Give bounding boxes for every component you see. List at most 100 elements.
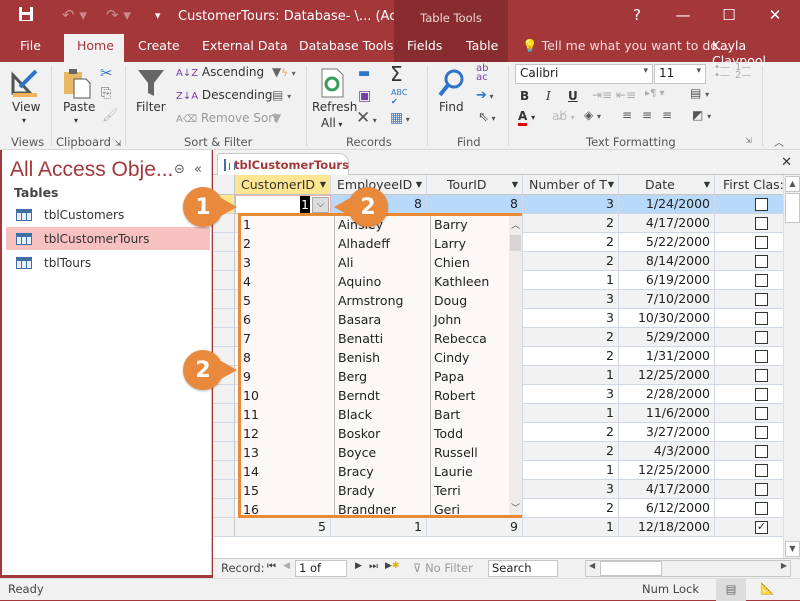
- maximize-button[interactable]: ☐: [714, 6, 744, 24]
- horizontal-scrollbar[interactable]: ◀ ▶: [585, 560, 791, 577]
- row-selector[interactable]: [213, 404, 235, 423]
- table-row[interactable]: 5 1 9 1 12/18/2000 ✓: [213, 518, 783, 537]
- dropdown-option[interactable]: 12 Boskor Todd: [241, 424, 511, 443]
- first-record-icon[interactable]: ⏮: [267, 561, 276, 572]
- bullets-icon[interactable]: •— •—: [714, 63, 730, 81]
- row-selector[interactable]: [213, 252, 235, 271]
- scroll-up-arrow[interactable]: ︿: [511, 218, 520, 231]
- first-class-checkbox[interactable]: [755, 236, 768, 249]
- bold-button[interactable]: B: [520, 89, 529, 103]
- h-scroll-thumb[interactable]: [600, 561, 662, 576]
- cell-d[interactable]: 3/27/2000: [619, 423, 715, 442]
- ascending-button[interactable]: A↓Z Ascending: [176, 65, 264, 79]
- chevron-down-icon[interactable]: ▼: [320, 175, 326, 194]
- row-selector[interactable]: [213, 423, 235, 442]
- row-selector[interactable]: [213, 442, 235, 461]
- format-painter-icon[interactable]: 🖌: [102, 108, 119, 123]
- cell-n[interactable]: 2: [523, 499, 619, 518]
- cell-d[interactable]: 2/28/2000: [619, 385, 715, 404]
- cell-n[interactable]: 1: [523, 404, 619, 423]
- tab-fields[interactable]: Fields: [397, 34, 452, 62]
- find-button[interactable]: Find: [439, 100, 464, 114]
- cell-d[interactable]: 11/6/2000: [619, 404, 715, 423]
- dropdown-option[interactable]: 2 Alhadeff Larry: [241, 234, 511, 253]
- cell-n[interactable]: 2: [523, 442, 619, 461]
- current-value[interactable]: 1: [300, 196, 310, 214]
- refresh-all-dropdown[interactable]: All ▾: [321, 116, 342, 130]
- redo-icon[interactable]: ↷ ▾: [106, 6, 131, 24]
- close-document-icon[interactable]: ✕: [781, 155, 792, 170]
- cell-n[interactable]: 2: [523, 347, 619, 366]
- spelling-icon[interactable]: ABC ✔: [391, 88, 407, 106]
- cell-c[interactable]: 1 ⌵: [235, 195, 331, 214]
- align-center-icon[interactable]: ≡: [642, 108, 652, 122]
- cell-d[interactable]: 6/19/2000: [619, 271, 715, 290]
- cell-n[interactable]: 3: [523, 309, 619, 328]
- first-class-checkbox[interactable]: [755, 464, 768, 477]
- cell-d[interactable]: 5/22/2000: [619, 233, 715, 252]
- dropdown-option[interactable]: 5 Armstrong Doug: [241, 291, 511, 310]
- row-selector[interactable]: [213, 233, 235, 252]
- tell-me-search[interactable]: 💡 Tell me what you want to do...: [522, 38, 730, 54]
- dropdown-option[interactable]: 16 Brandner Geri: [241, 500, 511, 519]
- no-filter-button[interactable]: ⊽ No Filter: [413, 561, 473, 575]
- cell-n[interactable]: 2: [523, 214, 619, 233]
- column-header-customerid[interactable]: CustomerID ▼: [235, 175, 331, 195]
- selection-filter-icon[interactable]: ▼ϟ ▾: [272, 65, 296, 79]
- row-selector[interactable]: [213, 385, 235, 404]
- row-selector[interactable]: [213, 499, 235, 518]
- save-record-icon[interactable]: ▣: [358, 88, 371, 104]
- first-class-checkbox[interactable]: [755, 369, 768, 382]
- dropdown-option[interactable]: 8 Benish Cindy: [241, 348, 511, 367]
- chevron-down-icon[interactable]: ▼: [512, 175, 518, 194]
- refresh-button[interactable]: Refresh: [312, 100, 357, 114]
- highlight-icon[interactable]: ab̸ ▾: [552, 109, 575, 123]
- first-class-checkbox[interactable]: [755, 502, 768, 515]
- first-class-checkbox[interactable]: [755, 293, 768, 306]
- copy-icon[interactable]: ⎘: [101, 86, 111, 101]
- cell-t[interactable]: 9: [427, 518, 523, 537]
- tab-external-data[interactable]: External Data: [192, 34, 298, 62]
- row-selector[interactable]: [213, 328, 235, 347]
- fill-color-icon[interactable]: ◈ ▾: [584, 108, 601, 122]
- dropdown-option[interactable]: 3 Ali Chien: [241, 253, 511, 272]
- cell-n[interactable]: 1: [523, 518, 619, 537]
- row-selector[interactable]: [213, 518, 235, 537]
- refresh-all-icon[interactable]: [318, 66, 346, 100]
- first-class-checkbox[interactable]: [755, 198, 768, 211]
- combo-dropdown-button[interactable]: ⌵: [312, 197, 329, 213]
- search-input[interactable]: Search: [488, 560, 558, 577]
- first-class-checkbox[interactable]: [755, 217, 768, 230]
- scroll-down-arrow[interactable]: ▼: [785, 541, 800, 557]
- cell-d[interactable]: 12/18/2000: [619, 518, 715, 537]
- collapse-pane-icon[interactable]: «: [194, 162, 202, 177]
- customize-qat-icon[interactable]: ▾: [155, 9, 161, 22]
- dropdown-option[interactable]: 9 Berg Papa: [241, 367, 511, 386]
- dropdown-option[interactable]: 4 Aquino Kathleen: [241, 272, 511, 291]
- gridlines-icon[interactable]: ▤ ▾: [690, 86, 709, 100]
- current-record-field[interactable]: 1 of 500: [295, 560, 347, 590]
- totals-icon[interactable]: Σ: [390, 62, 403, 86]
- chevron-down-icon[interactable]: ▼: [704, 175, 710, 194]
- remove-sort-button[interactable]: A⌫ Remove Sort: [176, 111, 278, 125]
- cell-n[interactable]: 3: [523, 480, 619, 499]
- align-left-icon[interactable]: ≡: [622, 108, 632, 122]
- find-icon[interactable]: [436, 66, 466, 100]
- cell-d[interactable]: 4/17/2000: [619, 214, 715, 233]
- nav-menu-icon[interactable]: ⊝: [174, 162, 185, 177]
- column-header-date[interactable]: Date ▼: [619, 175, 715, 195]
- scroll-right-arrow[interactable]: ▶: [781, 561, 787, 570]
- dropdown-option[interactable]: 10 Berndt Robert: [241, 386, 511, 405]
- previous-record-icon[interactable]: ◀: [283, 561, 290, 571]
- nav-item-tblcustomers[interactable]: tblCustomers: [6, 203, 210, 226]
- first-class-checkbox[interactable]: [755, 350, 768, 363]
- nav-pane-title[interactable]: All Access Obje...: [10, 158, 173, 182]
- nav-item-tbltours[interactable]: tblTours: [6, 251, 210, 274]
- replace-icon[interactable]: ab ac: [476, 64, 488, 83]
- cell-n[interactable]: 1: [523, 461, 619, 480]
- cell-d[interactable]: 6/12/2000: [619, 499, 715, 518]
- nav-item-tblcustomertours[interactable]: tblCustomerTours: [6, 227, 210, 250]
- new-record-icon[interactable]: ▶✱: [385, 561, 399, 571]
- cell-d[interactable]: 7/10/2000: [619, 290, 715, 309]
- nav-group-tables[interactable]: Tables: [14, 185, 59, 200]
